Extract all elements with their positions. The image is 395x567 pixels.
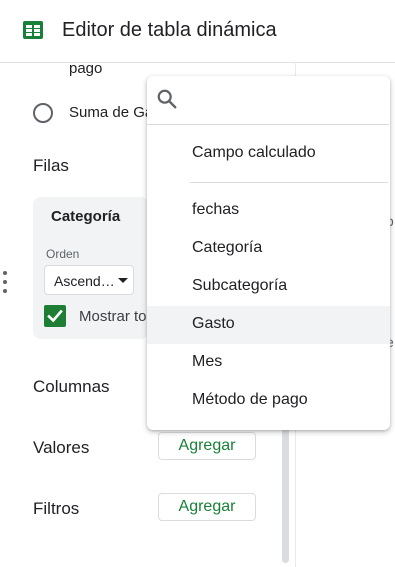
rows-section-label: Filas (33, 156, 69, 175)
option-label: Campo calculado (192, 144, 316, 161)
page-title: Editor de tabla dinámica (62, 19, 277, 41)
dropdown-option-highlighted[interactable]: Gasto (147, 306, 390, 344)
drag-handle-icon[interactable] (3, 271, 7, 297)
sheets-table-icon (23, 21, 43, 39)
search-divider (147, 124, 389, 125)
search-icon (157, 89, 177, 109)
option-label: fechas (192, 201, 240, 218)
checkmark-icon (47, 309, 63, 323)
show-totals-label: Mostrar to (79, 308, 147, 325)
header-divider (0, 62, 395, 63)
dropdown-option[interactable]: fechas (147, 192, 390, 230)
filters-add-button[interactable]: Agregar (158, 493, 256, 521)
chevron-down-icon (118, 278, 128, 283)
option-label: Gasto (192, 315, 235, 332)
option-label: Categoría (192, 239, 263, 256)
dropdown-option[interactable]: Mes (147, 344, 390, 382)
menu-divider (190, 182, 388, 183)
option-label: Método de pago (192, 391, 308, 408)
suma-label: Suma de Ga (69, 104, 154, 121)
values-add-button[interactable]: Agregar (158, 432, 256, 460)
show-totals-checkbox[interactable] (44, 305, 66, 327)
order-select-value: Ascend… (54, 273, 115, 289)
option-label: Mes (192, 353, 223, 370)
option-label: Subcategoría (192, 277, 288, 294)
columns-section-label: Columnas (33, 377, 110, 396)
row-field-title: Categoría (51, 208, 121, 225)
order-label: Orden (46, 247, 80, 261)
suma-radio[interactable] (33, 103, 53, 123)
dropdown-option[interactable]: Subcategoría (147, 268, 390, 306)
calculated-field-option[interactable]: Campo calculado (147, 135, 390, 173)
value-item-partial-label: pago (69, 60, 103, 77)
dropdown-option[interactable]: Método de pago (147, 382, 390, 420)
values-section-label: Valores (33, 438, 90, 457)
dropdown-option[interactable]: Categoría (147, 230, 390, 268)
search-input[interactable] (186, 88, 386, 114)
filters-section-label: Filtros (33, 499, 80, 518)
